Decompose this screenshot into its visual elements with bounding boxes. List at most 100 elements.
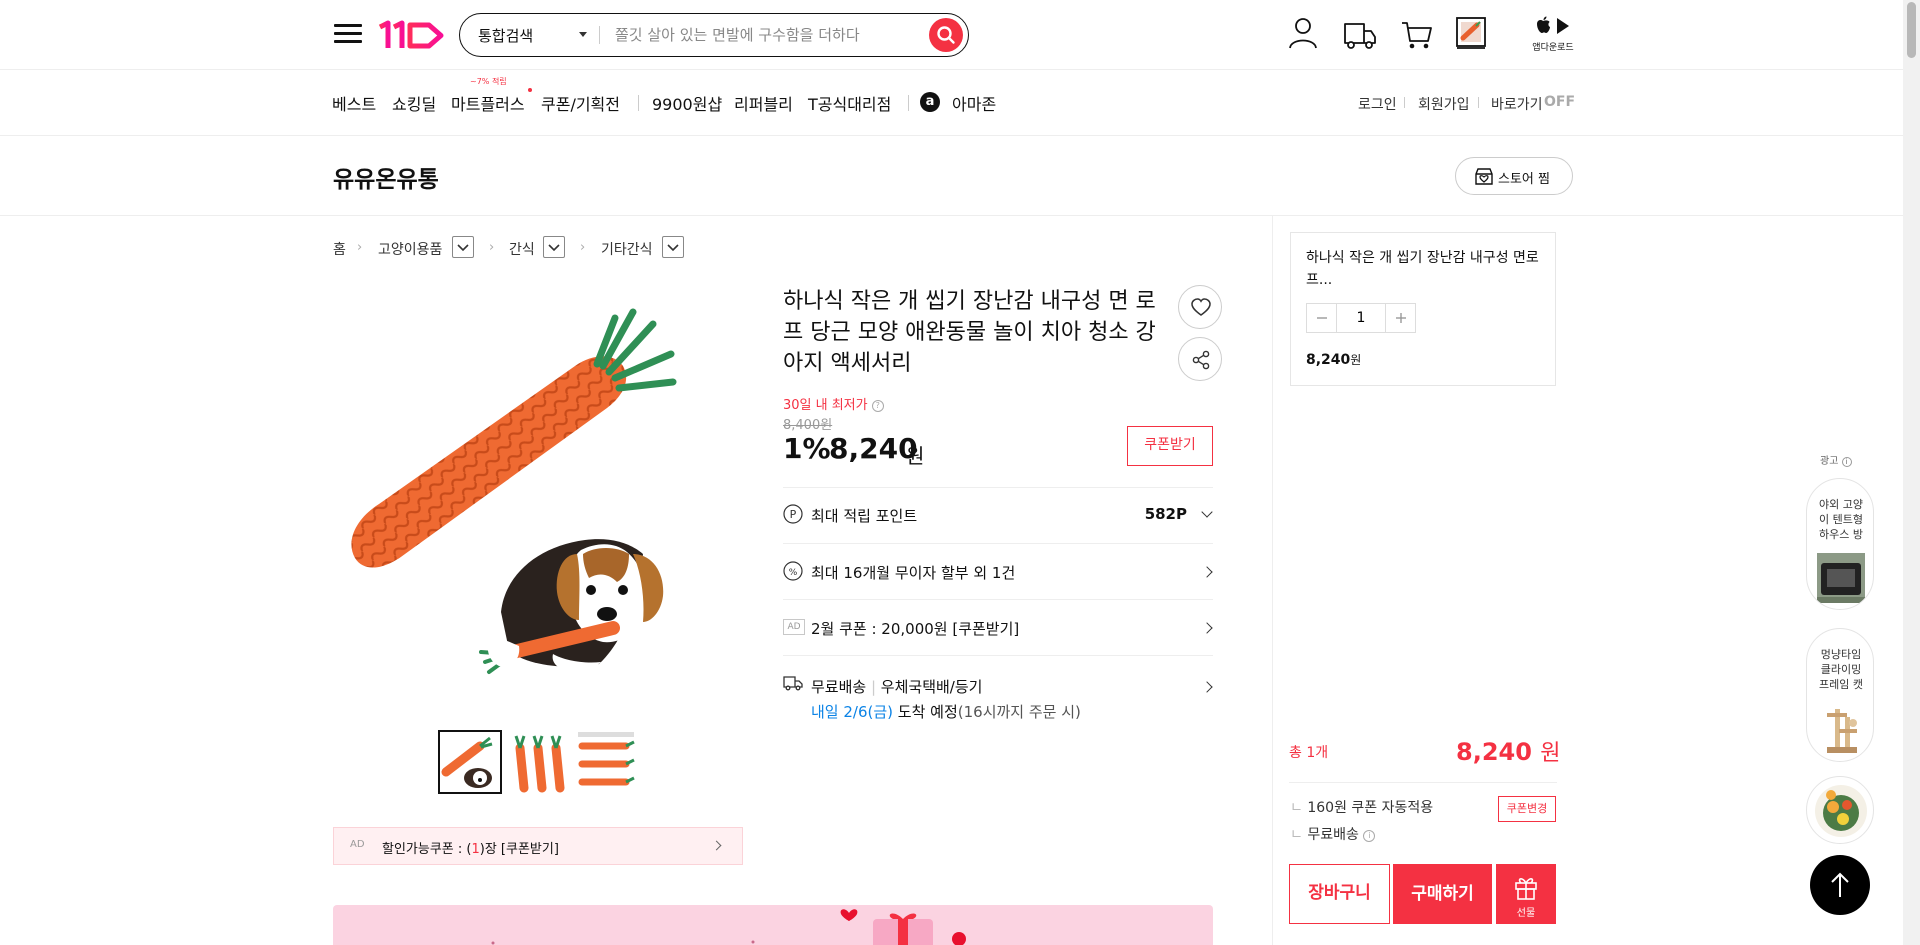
shortcut-toggle[interactable]: OFF	[1544, 94, 1575, 110]
breadcrumb-arrow-icon: ›	[489, 240, 495, 255]
coupon-suffix: )장 [쿠폰받기]	[479, 842, 559, 857]
add-to-cart-button[interactable]: 장바구니	[1289, 864, 1390, 924]
chevron-down-icon	[1201, 506, 1213, 518]
quantity-stepper	[1306, 303, 1416, 333]
nav-shocking-deal[interactable]: 쇼킹딜	[392, 91, 436, 115]
chevron-right-icon	[711, 840, 722, 851]
nav-divider	[908, 95, 909, 111]
header: 통합검색 앱다운로드	[0, 0, 1920, 70]
coupon-download-button[interactable]: 쿠폰받기	[1127, 426, 1213, 466]
signup-link[interactable]: 회원가입	[1418, 94, 1470, 114]
wishlist-button[interactable]	[1178, 285, 1222, 329]
ad-card-toy[interactable]	[1806, 776, 1874, 844]
search-category-select[interactable]: 통합검색	[478, 25, 533, 46]
nav-best[interactable]: 베스트	[332, 91, 376, 115]
apple-googleplay-icon	[1537, 16, 1569, 34]
product-main-image[interactable]	[333, 292, 743, 702]
menu-hamburger-icon[interactable]	[334, 20, 362, 48]
chevron-down-icon	[667, 244, 679, 252]
quantity-increase-button[interactable]	[1385, 304, 1415, 332]
gift-banner-image	[491, 909, 966, 945]
order-summary-box: 하나식 작은 개 씹기 장난감 내구성 면로프... 8,240원	[1290, 232, 1556, 386]
search-icon	[937, 26, 955, 44]
promo-banner[interactable]	[333, 905, 1213, 945]
share-button[interactable]	[1178, 337, 1222, 381]
recent-product-icon[interactable]	[1455, 14, 1487, 54]
thumbnail-1[interactable]	[438, 730, 502, 794]
points-label: 최대 적립 포인트	[811, 507, 918, 525]
gift-label: 선물	[1516, 908, 1536, 919]
breadcrumb-level-2[interactable]: 간식	[509, 239, 535, 259]
discount-coupon-text: 할인가능쿠폰 : (1)장 [쿠폰받기]	[382, 838, 559, 857]
coupon-applied-text: 160원 쿠폰 자동적용	[1307, 800, 1434, 816]
feb-coupon-label: 2월 쿠폰 : 20,000원 [쿠폰받기]	[811, 620, 1020, 638]
chevron-right-icon	[1201, 566, 1213, 578]
discount-coupon-bar[interactable]: AD 할인가능쿠폰 : (1)장 [쿠폰받기]	[333, 827, 743, 865]
store-name[interactable]: 유유온유통	[333, 160, 439, 194]
sale-price: 8,240	[829, 432, 918, 465]
coupon-count: 1	[471, 842, 480, 857]
breadcrumb-home[interactable]: 홈	[333, 239, 346, 259]
nav-refurbly[interactable]: 리퍼블리	[734, 91, 793, 115]
nav-amazon[interactable]: 아마존	[952, 91, 996, 115]
gift-button[interactable]: 선물	[1496, 864, 1556, 924]
product-title: 하나식 작은 개 씹기 장난감 내구성 면 로프 당근 모양 애완동물 놀이 치…	[783, 289, 1156, 376]
nav-t-official[interactable]: T공식대리점	[808, 91, 891, 115]
discount-rate: 1%	[783, 432, 831, 465]
breadcrumb-dropdown-2[interactable]	[543, 236, 565, 258]
ad-card-tent-house[interactable]: 야외 고양이 텐트형 하우스 방	[1806, 478, 1874, 610]
app-download-label: 앱다운로드	[1532, 43, 1574, 53]
quantity-input[interactable]	[1337, 306, 1385, 330]
scroll-to-top-button[interactable]	[1810, 855, 1870, 915]
ad-label-text: 광고	[1820, 456, 1839, 467]
user-icon[interactable]	[1287, 14, 1319, 54]
installment-row[interactable]: % 최대 16개월 무이자 할부 외 1건	[783, 543, 1213, 599]
order-item-price: 8,240원	[1306, 351, 1361, 368]
ad-card-text: 야외 고양이 텐트형 하우스 방	[1819, 498, 1863, 541]
store-heart-icon	[1475, 168, 1493, 185]
nav-mart-plus[interactable]: 마트플러스	[451, 91, 525, 115]
coupon-applied-line: ㄴ 160원 쿠폰 자동적용	[1290, 800, 1434, 816]
store-favorite-label: 스토어 찜	[1498, 172, 1550, 187]
scrollbar-thumb[interactable]	[1907, 2, 1916, 58]
arrival-info: 내일 2/6(금) 도착 예정(16시까지 주문 시)	[811, 701, 1081, 722]
quantity-decrease-button[interactable]	[1307, 304, 1337, 332]
svg-text:P: P	[790, 508, 797, 521]
nav-coupon[interactable]: 쿠폰/기획전	[541, 91, 620, 115]
thumbnail-3[interactable]	[574, 730, 638, 794]
store-favorite-button[interactable]: 스토어 찜	[1455, 157, 1573, 195]
points-row[interactable]: P 최대 적립 포인트 582P	[783, 487, 1213, 543]
mart-plus-badge: ~7% 적립	[470, 77, 507, 86]
ad-card-cat-tower[interactable]: 멍냥타임 클라이밍 프레임 캣	[1806, 628, 1874, 762]
11st-logo[interactable]	[377, 17, 447, 53]
shipping-row[interactable]: 무료배송 | 우체국택배/등기 내일 2/6(금) 도착 예정(16시까지 주문…	[783, 655, 1213, 727]
login-link[interactable]: 로그인	[1358, 94, 1397, 114]
shortcut-link[interactable]: 바로가기	[1491, 94, 1543, 114]
truck-icon[interactable]	[1342, 14, 1378, 54]
thumbnail-2[interactable]	[508, 730, 572, 794]
ad-card-text: 멍냥타임 클라이밍 프레임 캣	[1819, 648, 1863, 691]
info-icon[interactable]: i	[1363, 830, 1376, 842]
cart-icon[interactable]	[1400, 14, 1434, 54]
breadcrumb-dropdown-1[interactable]	[452, 236, 474, 258]
buy-now-button[interactable]: 구매하기	[1393, 864, 1492, 924]
info-icon[interactable]: ?	[871, 400, 884, 412]
points-value: 582P	[1144, 505, 1187, 523]
divider	[1404, 97, 1405, 108]
chevron-down-icon	[457, 244, 469, 252]
free-shipping-text: 무료배송	[811, 678, 867, 696]
nav-9900-shop[interactable]: 9900원샵	[652, 91, 722, 115]
app-download-button[interactable]: 앱다운로드	[1530, 14, 1576, 54]
search-button[interactable]	[929, 18, 963, 52]
search-box: 통합검색	[459, 13, 969, 57]
breadcrumb-level-1[interactable]: 고양이용품	[378, 239, 442, 259]
search-input[interactable]	[615, 20, 905, 50]
coupon-change-button[interactable]: 쿠폰변경	[1498, 796, 1556, 822]
scrollbar-track[interactable]	[1903, 0, 1920, 945]
breadcrumb-dropdown-3[interactable]	[662, 236, 684, 258]
breadcrumb-level-3[interactable]: 기타간식	[601, 239, 653, 259]
arrival-date: 내일 2/6(금)	[811, 703, 894, 721]
arrival-text: 도착 예정	[897, 703, 958, 721]
info-icon[interactable]: i	[1841, 457, 1852, 467]
feb-coupon-row[interactable]: AD 2월 쿠폰 : 20,000원 [쿠폰받기]	[783, 599, 1213, 655]
